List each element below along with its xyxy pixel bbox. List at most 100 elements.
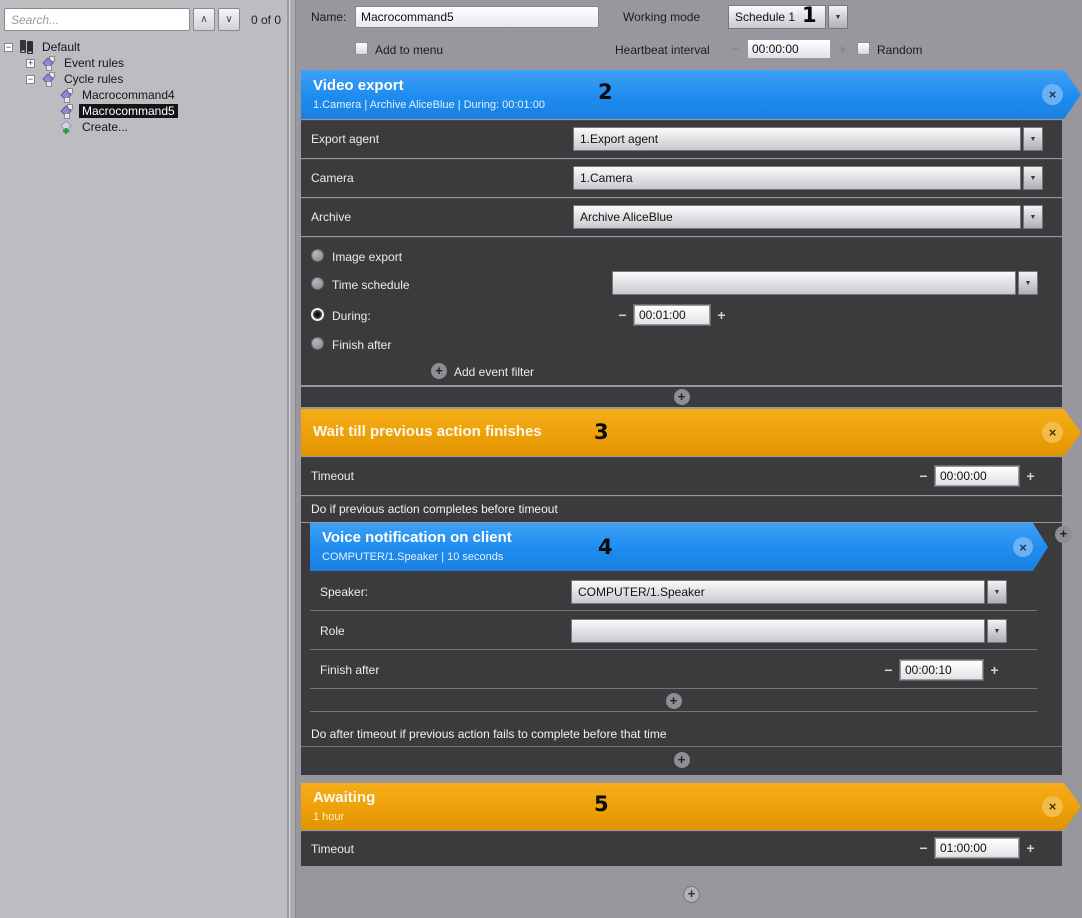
working-mode-label: Working mode: [623, 10, 700, 24]
speaker-dropdown[interactable]: COMPUTER/1.Speaker ▼: [571, 580, 1007, 604]
plus-icon[interactable]: +: [716, 307, 727, 323]
video-export-header[interactable]: Video export 1.Camera | Archive AliceBlu…: [301, 70, 1081, 119]
close-icon[interactable]: ×: [1013, 537, 1033, 557]
tree-expand-icon[interactable]: +: [26, 59, 35, 68]
search-next-button[interactable]: ∨: [218, 8, 240, 31]
name-input[interactable]: [355, 6, 599, 28]
role-value: [571, 619, 985, 643]
minus-icon[interactable]: −: [730, 41, 741, 57]
plus-icon[interactable]: +: [989, 662, 1000, 678]
plus-icon[interactable]: +: [1025, 468, 1036, 484]
wait-timeout-input[interactable]: [935, 466, 1019, 486]
working-mode-dropdown[interactable]: Schedule 1 ▼: [728, 5, 848, 29]
panel-title: Wait till previous action finishes: [313, 423, 542, 440]
add-branch-action-button[interactable]: +: [310, 690, 1037, 712]
time-schedule-dropdown[interactable]: ▼: [612, 271, 1038, 295]
close-icon[interactable]: ×: [1042, 796, 1063, 817]
voice-notification-header[interactable]: Voice notification on client COMPUTER/1.…: [310, 523, 1048, 571]
minus-icon[interactable]: −: [617, 307, 628, 323]
add-event-filter-icon[interactable]: +: [431, 363, 447, 379]
camera-label: Camera: [311, 171, 354, 185]
dropdown-arrow-icon[interactable]: ▼: [1023, 166, 1043, 190]
tree-item-macrocommand5[interactable]: Macrocommand5: [0, 103, 287, 119]
export-agent-label: Export agent: [311, 132, 379, 146]
search-input[interactable]: [4, 8, 190, 31]
minus-icon[interactable]: −: [918, 468, 929, 484]
archive-value: Archive AliceBlue: [573, 205, 1021, 229]
add-branch-action-icon[interactable]: +: [1055, 526, 1072, 543]
archive-row: Archive Archive AliceBlue ▼: [301, 198, 1062, 236]
archive-dropdown[interactable]: Archive AliceBlue ▼: [573, 205, 1043, 229]
minus-icon[interactable]: −: [883, 662, 894, 678]
dropdown-arrow-icon[interactable]: ▼: [987, 619, 1007, 643]
dropdown-arrow-icon[interactable]: ▼: [1023, 205, 1043, 229]
awaiting-timeout-input[interactable]: [935, 838, 1019, 858]
speaker-label: Speaker:: [320, 585, 368, 599]
during-label: During:: [332, 309, 371, 323]
time-schedule-label: Time schedule: [332, 278, 410, 292]
panel-title: Awaiting: [313, 789, 375, 806]
panel-splitter[interactable]: [289, 0, 296, 918]
add-timeout-action-button[interactable]: +: [301, 749, 1062, 771]
role-label: Role: [320, 624, 345, 638]
search-result-count: 0 of 0: [251, 13, 281, 27]
macro-editor-content: Name: Working mode Schedule 1 ▼ Add to m…: [296, 0, 1082, 918]
add-to-menu-label: Add to menu: [375, 43, 443, 57]
export-agent-dropdown[interactable]: 1.Export agent ▼: [573, 127, 1043, 151]
time-schedule-radio[interactable]: [311, 277, 324, 290]
search-prev-button[interactable]: ∧: [193, 8, 215, 31]
tree-item-label: Create...: [79, 120, 131, 134]
add-to-menu-checkbox[interactable]: [355, 42, 368, 55]
minus-icon[interactable]: −: [918, 840, 929, 856]
plus-icon: +: [674, 752, 690, 768]
finish-after-radio[interactable]: [311, 337, 324, 350]
voice-finish-after-row: Finish after − +: [310, 651, 1037, 689]
time-schedule-value: [612, 271, 1016, 295]
rule-folder-icon: [40, 71, 57, 87]
camera-dropdown[interactable]: 1.Camera ▼: [573, 166, 1043, 190]
panel-title: Voice notification on client: [322, 529, 512, 546]
dropdown-arrow-icon[interactable]: ▼: [1023, 127, 1043, 151]
awaiting-timeout-stepper: − +: [918, 838, 1036, 858]
speaker-value: COMPUTER/1.Speaker: [571, 580, 985, 604]
dropdown-arrow-icon[interactable]: ▼: [828, 5, 848, 29]
callout-3: 3: [594, 420, 609, 444]
tree-item-event-rules[interactable]: + Event rules: [0, 55, 287, 71]
finish-after-stepper: − +: [883, 660, 1000, 680]
add-action-button[interactable]: +: [301, 387, 1062, 407]
name-label: Name:: [311, 10, 346, 24]
plus-icon[interactable]: +: [1025, 840, 1036, 856]
export-options-block: Image export Time schedule ▼ During: − +…: [301, 237, 1062, 385]
export-agent-value: 1.Export agent: [573, 127, 1021, 151]
tree-item-create[interactable]: Create...: [0, 119, 287, 135]
plus-icon[interactable]: +: [837, 41, 848, 57]
random-checkbox[interactable]: [857, 42, 870, 55]
awaiting-header[interactable]: Awaiting 1 hour ×: [301, 783, 1081, 830]
tree-item-label: Event rules: [61, 56, 127, 70]
dropdown-arrow-icon[interactable]: ▼: [987, 580, 1007, 604]
tree-item-cycle-rules[interactable]: − Cycle rules: [0, 71, 287, 87]
add-macro-action-button[interactable]: +: [683, 886, 700, 903]
image-export-radio[interactable]: [311, 249, 324, 262]
export-agent-row: Export agent 1.Export agent ▼: [301, 120, 1062, 158]
heartbeat-interval-label: Heartbeat interval: [615, 43, 710, 57]
tree-item-default[interactable]: − Default: [0, 39, 287, 55]
during-radio[interactable]: [311, 308, 324, 321]
tree-collapse-icon[interactable]: −: [26, 75, 35, 84]
tree-collapse-icon[interactable]: −: [4, 43, 13, 52]
finish-after-label: Finish after: [332, 338, 391, 352]
tree-item-macrocommand4[interactable]: Macrocommand4: [0, 87, 287, 103]
callout-5: 5: [594, 792, 609, 816]
close-icon[interactable]: ×: [1042, 422, 1063, 443]
dropdown-arrow-icon[interactable]: ▼: [1018, 271, 1038, 295]
during-input[interactable]: [634, 305, 710, 325]
role-dropdown[interactable]: ▼: [571, 619, 1007, 643]
tree-item-label: Macrocommand4: [79, 88, 178, 102]
heartbeat-interval-input[interactable]: [747, 39, 831, 59]
close-icon[interactable]: ×: [1042, 84, 1063, 105]
macro-icon: [58, 87, 75, 103]
do-if-label: Do if previous action completes before t…: [311, 502, 558, 516]
wait-action-header[interactable]: Wait till previous action finishes ×: [301, 409, 1081, 456]
finish-after-input[interactable]: [900, 660, 983, 680]
add-event-filter-label[interactable]: Add event filter: [454, 365, 534, 379]
